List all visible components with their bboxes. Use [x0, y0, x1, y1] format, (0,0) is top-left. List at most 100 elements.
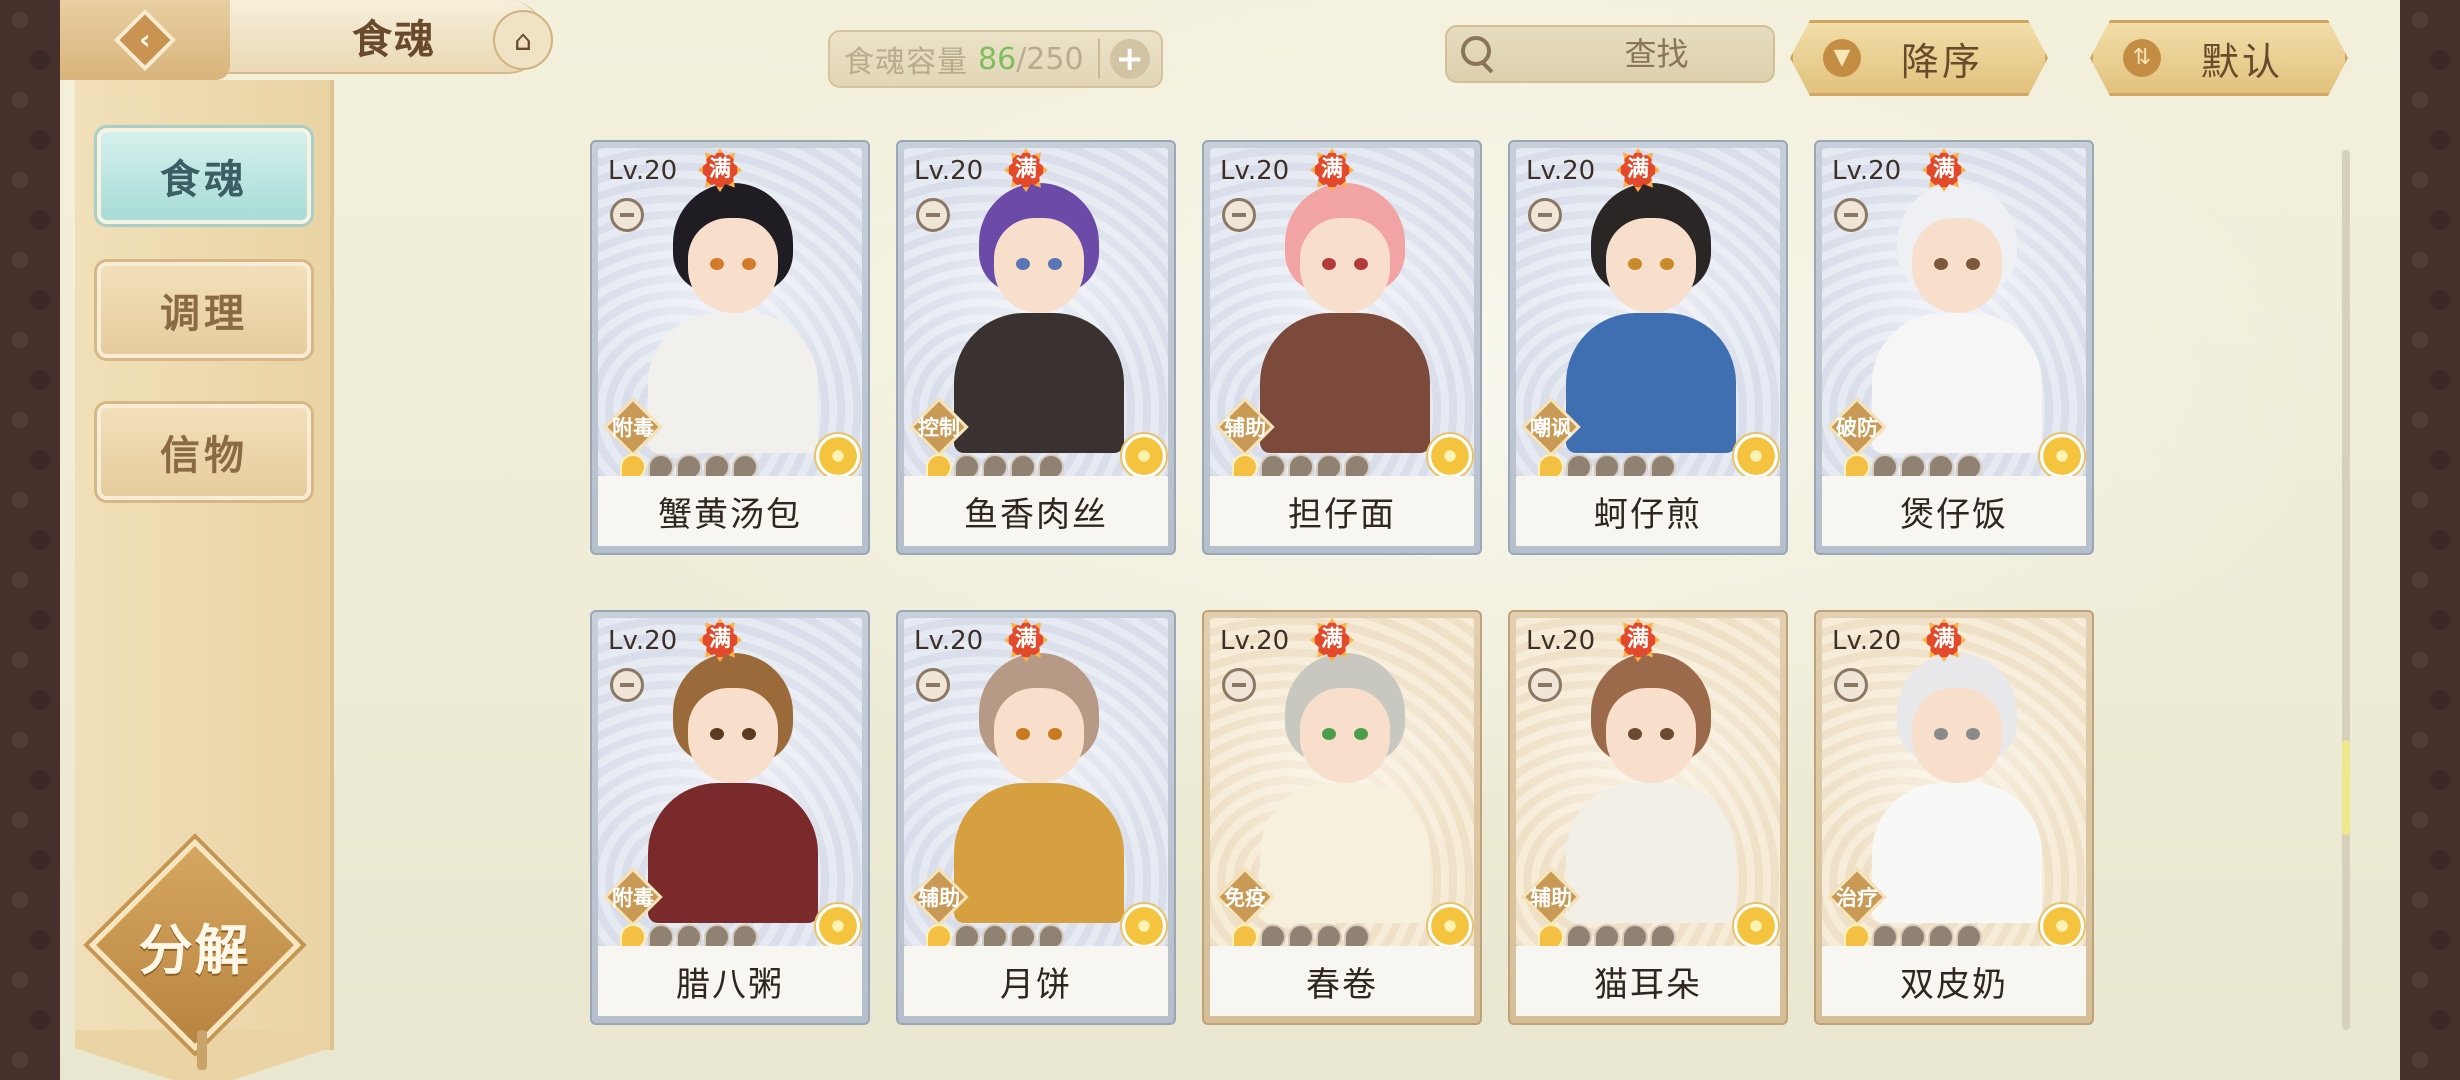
flower-emblem-icon [1732, 432, 1780, 476]
level-label: Lv.20 [1220, 626, 1290, 656]
character-illustration [1250, 648, 1440, 923]
character-body [1566, 783, 1736, 923]
character-eye [1322, 258, 1336, 270]
character-body [1872, 783, 2042, 923]
role-badge: 辅助 [1215, 397, 1275, 457]
role-badge: 附毒 [603, 397, 663, 457]
back-arrow-icon: ‹ [113, 8, 177, 72]
food-soul-card-4[interactable]: Lv.20 满 嘲讽 蚵仔煎 [1508, 140, 1788, 555]
card-name: 月饼 [904, 946, 1168, 1016]
food-soul-card-8[interactable]: Lv.20 满 免疫 春卷 [1202, 610, 1482, 1025]
minus-circle-icon[interactable] [916, 668, 950, 702]
star-rating [620, 454, 758, 476]
star-icon [1594, 924, 1620, 946]
tab-food-soul[interactable]: 食魂 [97, 128, 311, 224]
star-icon [1538, 924, 1564, 946]
star-icon [1900, 924, 1926, 946]
minus-circle-icon[interactable] [916, 198, 950, 232]
character-eye [710, 258, 724, 270]
level-label: Lv.20 [608, 626, 678, 656]
food-soul-card-2[interactable]: Lv.20 满 控制 鱼香肉丝 [896, 140, 1176, 555]
back-button[interactable]: ‹ [60, 0, 230, 80]
sort-order-button[interactable]: ▼ 降序 [1790, 20, 2048, 96]
character-illustration [638, 648, 828, 923]
level-label: Lv.20 [914, 156, 984, 186]
minus-circle-icon[interactable] [1834, 668, 1868, 702]
scrollbar-track[interactable] [2342, 150, 2350, 1030]
tab-conditioning[interactable]: 调理 [97, 262, 311, 358]
character-face [1606, 688, 1696, 783]
card-name: 猫耳朵 [1516, 946, 1780, 1016]
minus-circle-icon[interactable] [1528, 668, 1562, 702]
character-eye [1628, 728, 1642, 740]
star-icon [926, 924, 952, 946]
add-capacity-button[interactable]: + [1109, 39, 1150, 79]
capacity-display: 食魂容量 86 /250 + [828, 30, 1163, 88]
star-icon [1844, 454, 1870, 476]
star-icon [1010, 454, 1036, 476]
flower-emblem-icon [1732, 902, 1780, 946]
minus-circle-icon[interactable] [610, 668, 644, 702]
character-body [1260, 783, 1430, 923]
character-body [1566, 313, 1736, 453]
star-rating [620, 924, 758, 946]
character-body [1872, 313, 2042, 453]
star-icon [1650, 454, 1676, 476]
minus-circle-icon[interactable] [1528, 198, 1562, 232]
character-face [1912, 218, 2002, 313]
flower-emblem-icon [2038, 432, 2086, 476]
food-soul-card-9[interactable]: Lv.20 满 辅助 猫耳朵 [1508, 610, 1788, 1025]
star-icon [1956, 454, 1982, 476]
star-icon [1622, 454, 1648, 476]
character-portrait: Lv.20 满 免疫 [1210, 618, 1474, 946]
food-soul-card-10[interactable]: Lv.20 满 治疗 双皮奶 [1814, 610, 2094, 1025]
star-icon [1344, 454, 1370, 476]
character-illustration [638, 178, 828, 453]
scrollbar-thumb[interactable] [2342, 740, 2350, 835]
star-icon [1260, 454, 1286, 476]
star-icon [676, 924, 702, 946]
role-badge: 附毒 [603, 867, 663, 927]
minus-circle-icon[interactable] [1834, 198, 1868, 232]
character-illustration [944, 178, 1134, 453]
character-illustration [1862, 648, 2052, 923]
food-soul-card-5[interactable]: Lv.20 满 破防 煲仔饭 [1814, 140, 2094, 555]
role-label: 附毒 [612, 416, 654, 440]
character-eye [742, 728, 756, 740]
star-icon [1566, 454, 1592, 476]
food-soul-card-7[interactable]: Lv.20 满 辅助 月饼 [896, 610, 1176, 1025]
card-name: 蟹黄汤包 [598, 476, 862, 546]
star-icon [732, 454, 758, 476]
role-label: 辅助 [1224, 416, 1266, 440]
food-soul-card-3[interactable]: Lv.20 满 辅助 担仔面 [1202, 140, 1482, 555]
character-face [994, 218, 1084, 313]
minus-circle-icon[interactable] [1222, 198, 1256, 232]
swap-icon: ⇅ [2123, 39, 2161, 77]
star-rating [1232, 924, 1370, 946]
flower-emblem-icon [1426, 902, 1474, 946]
minus-circle-icon[interactable] [610, 198, 644, 232]
role-label: 辅助 [1530, 886, 1572, 910]
soul-collection-screen: 食魂 ⌂ ‹ 食魂容量 86 /250 + ✕ ▼ 降序 ⇅ 默认 食魂 调理 … [60, 0, 2400, 1080]
character-face [688, 688, 778, 783]
star-icon [954, 454, 980, 476]
role-badge: 治疗 [1827, 867, 1887, 927]
character-eye [1628, 258, 1642, 270]
star-icon [1288, 454, 1314, 476]
page-title: 食魂 [352, 16, 436, 63]
temple-icon[interactable]: ⌂ [493, 10, 553, 70]
character-portrait: Lv.20 满 附毒 [598, 618, 862, 946]
minus-circle-icon[interactable] [1222, 668, 1256, 702]
tab-tokens[interactable]: 信物 [97, 404, 311, 500]
flower-emblem-icon [814, 902, 862, 946]
role-label: 破防 [1836, 416, 1878, 440]
star-icon [1900, 454, 1926, 476]
role-badge: 控制 [909, 397, 969, 457]
food-soul-card-6[interactable]: Lv.20 满 附毒 腊八粥 [590, 610, 870, 1025]
food-soul-grid: Lv.20 满 附毒 蟹黄汤包 Lv.20 满 控制 鱼香肉丝 Lv.20 满 … [590, 140, 2170, 1030]
food-soul-card-1[interactable]: Lv.20 满 附毒 蟹黄汤包 [590, 140, 870, 555]
role-label: 免疫 [1224, 886, 1266, 910]
star-icon [704, 924, 730, 946]
sort-mode-button[interactable]: ⇅ 默认 [2090, 20, 2348, 96]
star-icon [1566, 924, 1592, 946]
